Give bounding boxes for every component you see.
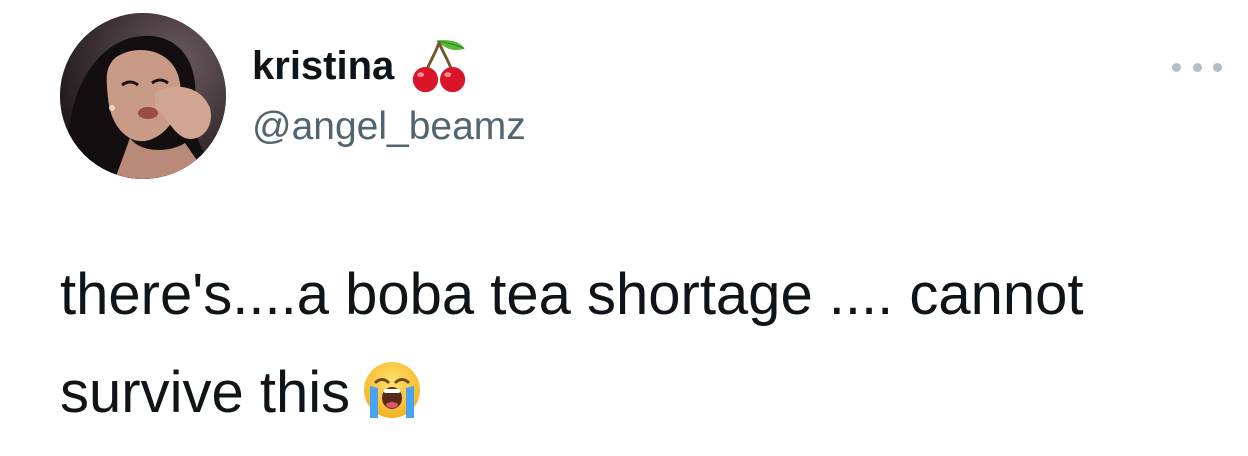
user-handle[interactable]: @angel_beamz bbox=[252, 105, 526, 149]
display-name[interactable]: kristina bbox=[252, 44, 394, 89]
tweet-text-line-1: there's....a boba tea shortage .... cann… bbox=[60, 262, 1084, 327]
loudly-crying-face-icon bbox=[360, 358, 424, 422]
cherry-icon bbox=[408, 35, 470, 97]
tweet-text: there's....a boba tea shortage .... cann… bbox=[60, 246, 1220, 442]
tweet-card: kristina @angel_beamz there's....a boba … bbox=[0, 0, 1248, 456]
tweet-text-line-2: survive this bbox=[60, 360, 351, 425]
more-dot bbox=[1192, 62, 1202, 72]
more-options-icon[interactable] bbox=[1172, 52, 1222, 82]
avatar[interactable] bbox=[60, 13, 226, 179]
more-dot bbox=[1213, 62, 1222, 72]
more-dot bbox=[1172, 62, 1181, 72]
author-name-row[interactable]: kristina bbox=[252, 36, 470, 96]
